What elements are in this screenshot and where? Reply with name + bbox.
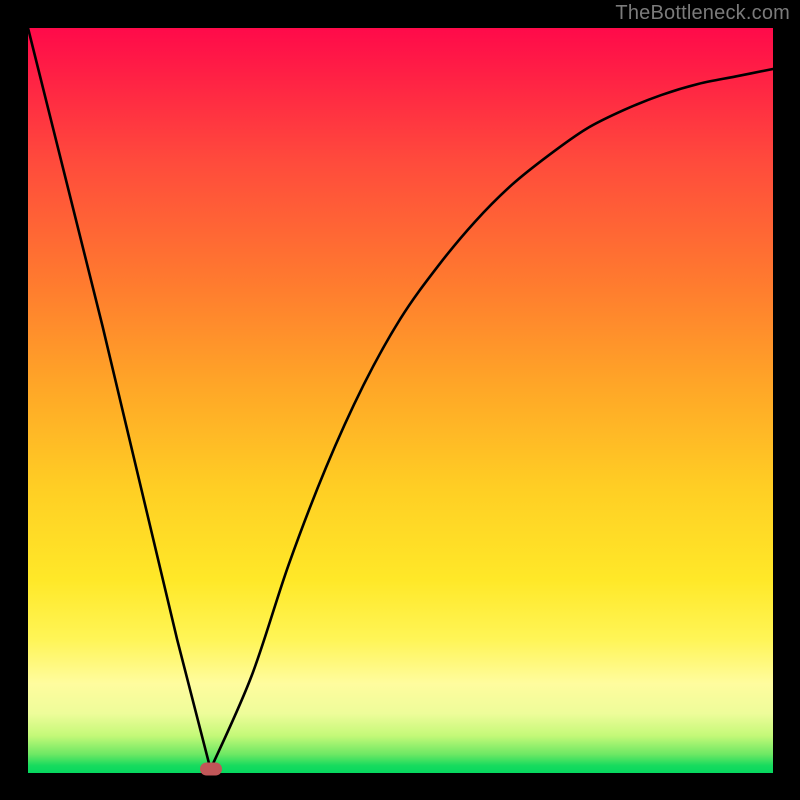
chart-plot-area bbox=[28, 28, 773, 773]
optimal-point-marker bbox=[200, 763, 222, 776]
bottleneck-curve bbox=[28, 28, 773, 773]
curve-path bbox=[28, 28, 773, 769]
chart-frame: TheBottleneck.com bbox=[0, 0, 800, 800]
watermark-text: TheBottleneck.com bbox=[615, 2, 790, 25]
